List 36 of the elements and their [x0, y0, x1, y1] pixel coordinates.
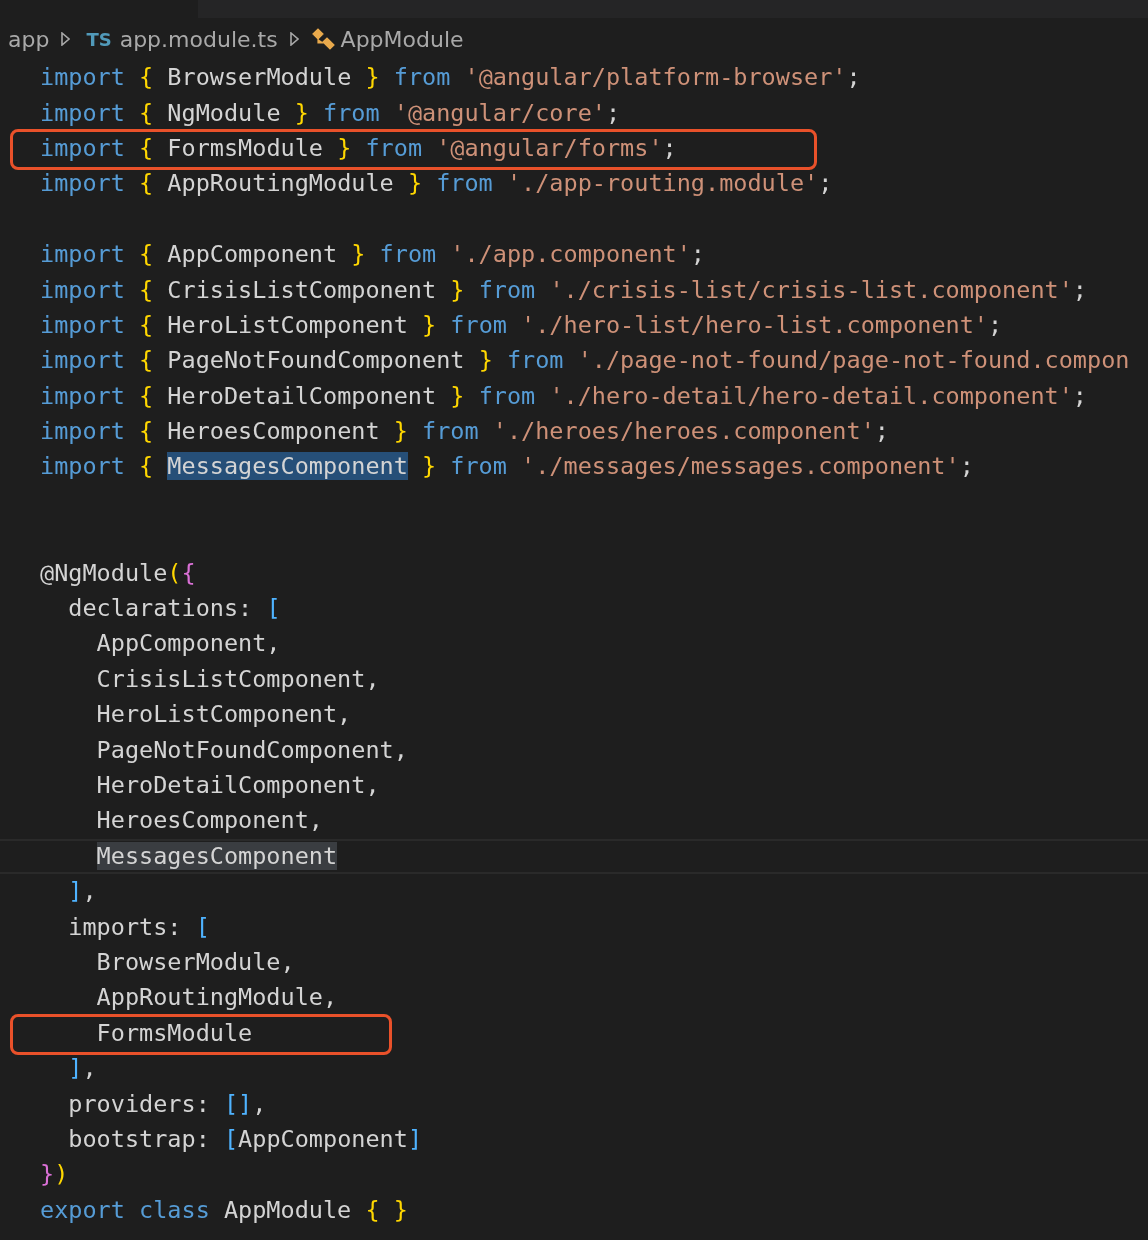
code-line: }): [40, 1159, 69, 1191]
code-line: AppRoutingModule,: [95, 982, 338, 1014]
code-line: @NgModule({: [40, 557, 196, 589]
code-line: import { AppRoutingModule } from './app-routing.module';: [40, 168, 833, 200]
code-line: export class AppModule { }: [40, 1194, 408, 1226]
code-line: HeroesComponent,: [95, 805, 323, 837]
code-line: import { FormsModule } from '@angular/forms';: [40, 130, 677, 166]
code-line: ],: [67, 876, 97, 908]
chevron-right-icon: [61, 32, 71, 46]
breadcrumb-file[interactable]: app.module.ts: [119, 22, 278, 56]
code-line: import { HeroListComponent } from './hero-list/hero-list.component';: [40, 309, 1003, 341]
code-line: declarations: [: [67, 593, 281, 625]
code-line: import { NgModule } from '@angular/core';: [40, 97, 621, 129]
code-line: import { MessagesComponent } from './messages/messages.component';: [40, 451, 974, 483]
class-symbol-icon: [310, 27, 337, 51]
code-line: import { CrisisListComponent } from './crisis-list/crisis-list.component';: [40, 274, 1087, 306]
code-line: BrowserModule,: [95, 946, 295, 978]
code-line: providers: [],: [67, 1088, 267, 1120]
code-line: AppComponent,: [95, 628, 281, 660]
code-line: import { PageNotFoundComponent } from './page-not-found/page-not-found.compon: [40, 345, 1130, 377]
code-line: HeroListComponent,: [95, 699, 352, 731]
breadcrumb-folder[interactable]: app: [8, 22, 50, 56]
code-line: CrisisListComponent,: [95, 663, 380, 695]
chevron-right-icon: [289, 32, 299, 46]
code-line: FormsModule: [40, 1015, 253, 1051]
file-type-label: TS: [86, 27, 112, 52]
code-line: import { HeroDetailComponent } from './hero-detail/hero-detail.component';: [40, 380, 1087, 412]
breadcrumb-symbol[interactable]: AppModule: [340, 22, 464, 56]
code-line: import { AppComponent } from './app.component';: [40, 239, 705, 271]
code-line: imports: [: [67, 911, 210, 943]
code-line: ],: [67, 1053, 97, 1085]
code-line: PageNotFoundComponent,: [95, 734, 408, 766]
code-line: HeroDetailComponent,: [95, 770, 380, 801]
code-line: bootstrap: [AppComponent]: [67, 1123, 423, 1155]
code-line: import { HeroesComponent } from './heroes/heroes.component';: [40, 416, 889, 448]
code-line: import { BrowserModule } from '@angular/platform-browser';: [40, 62, 861, 94]
